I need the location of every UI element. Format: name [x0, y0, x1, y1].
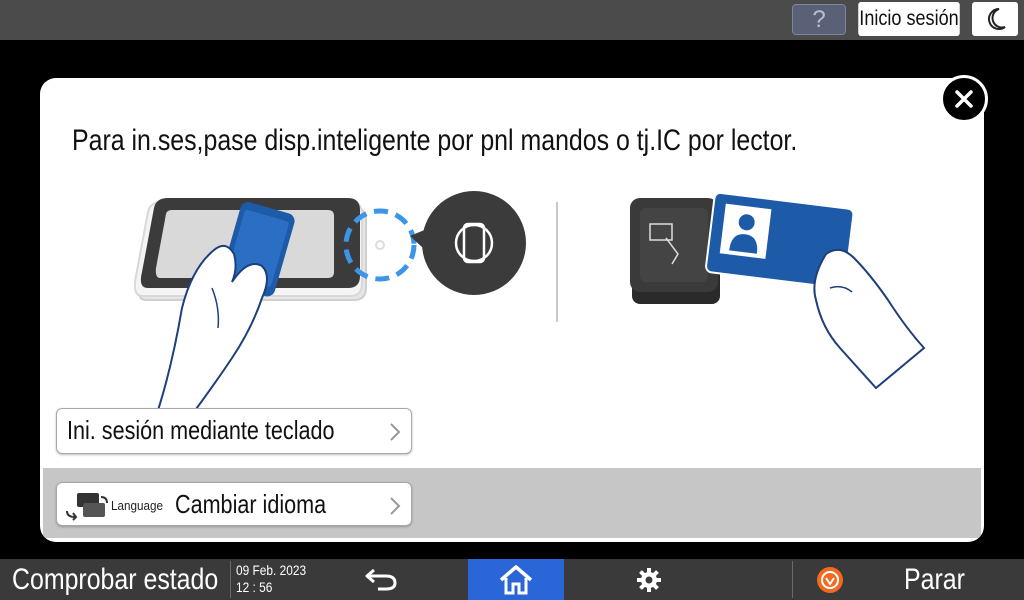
keyboard-login-button[interactable]: Ini. sesión mediante teclado	[56, 408, 412, 454]
login-dialog: Para in.ses,pase disp.inteligente por pn…	[40, 78, 984, 542]
close-icon	[955, 90, 973, 108]
help-button[interactable]: ?	[792, 4, 846, 35]
language-switch-icon	[66, 493, 108, 521]
time-label: 12 : 56	[236, 579, 273, 595]
chevron-right-icon	[390, 497, 401, 515]
smart-device-panel-illustration	[133, 191, 526, 429]
stop-button[interactable]: Parar	[796, 559, 1024, 600]
stop-icon	[817, 567, 843, 593]
energy-saver-button[interactable]	[972, 2, 1018, 36]
ic-card-reader-illustration	[630, 191, 926, 390]
language-small-label: Language	[111, 498, 164, 513]
divider	[556, 202, 558, 322]
date-label: 09 Feb. 2023	[236, 562, 307, 578]
login-button[interactable]: Inicio sesión	[858, 2, 960, 36]
top-bar: ? Inicio sesión	[0, 0, 1024, 40]
keyboard-login-label: Ini. sesión mediante teclado	[67, 415, 335, 445]
home-button[interactable]	[468, 559, 564, 600]
check-status-label: Comprobar estado	[12, 563, 219, 596]
help-label: ?	[812, 6, 826, 33]
divider	[792, 561, 793, 598]
date-time: 09 Feb. 2023 12 : 56	[236, 562, 306, 596]
close-button[interactable]	[940, 75, 988, 123]
divider	[230, 561, 231, 598]
stop-label: Parar	[904, 563, 965, 596]
login-label: Inicio sesión	[859, 7, 959, 30]
change-language-label: Cambiar idioma	[175, 489, 327, 519]
gear-icon	[637, 568, 661, 592]
home-icon	[499, 565, 533, 595]
bottom-bar: Comprobar estado 09 Feb. 2023 12 : 56 Pa…	[0, 559, 1024, 600]
check-status-button[interactable]: Comprobar estado	[0, 559, 229, 600]
back-button[interactable]	[350, 559, 410, 600]
change-language-button[interactable]: Language Cambiar idioma	[56, 482, 412, 526]
settings-button[interactable]	[620, 559, 678, 600]
chevron-right-icon	[390, 423, 401, 441]
moon-icon	[988, 8, 1006, 30]
back-arrow-icon	[365, 568, 397, 591]
login-instruction: Para in.ses,pase disp.inteligente por pn…	[72, 124, 798, 157]
